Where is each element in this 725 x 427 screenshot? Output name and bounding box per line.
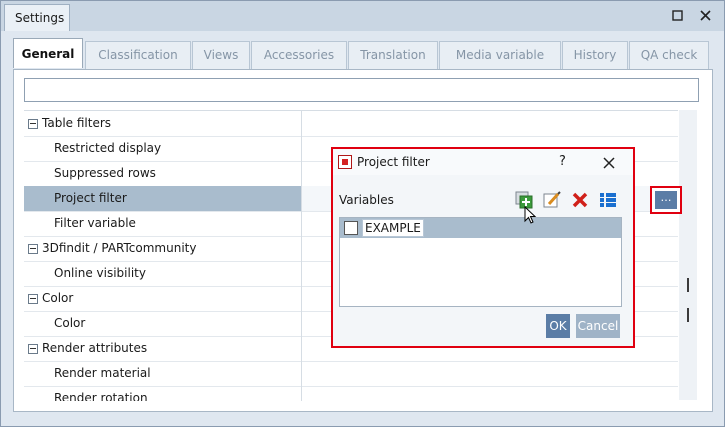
row-label: Project filter [54, 191, 127, 205]
filter-app-icon [338, 155, 352, 169]
scrollbar-grip[interactable] [687, 278, 689, 292]
close-icon [603, 157, 615, 169]
row-label: Color [54, 316, 86, 330]
maximize-button[interactable] [669, 7, 687, 25]
row-label-cell: Render attributes [24, 336, 302, 361]
table-row[interactable]: Render material [24, 361, 678, 387]
table-row[interactable]: Render rotation [24, 386, 678, 401]
tab-translation[interactable]: Translation [348, 41, 438, 69]
list-view-icon[interactable] [599, 191, 617, 209]
dialog-title: Project filter [357, 155, 430, 169]
cancel-button[interactable]: Cancel [576, 314, 620, 338]
variables-label: Variables [339, 193, 394, 207]
search-input[interactable] [24, 78, 699, 102]
row-label-cell: Online visibility [24, 261, 302, 286]
row-label: 3Dfindit / PARTcommunity [42, 241, 197, 255]
close-dialog-button[interactable] [601, 151, 617, 175]
row-label: Render rotation [54, 391, 148, 401]
variable-name: EXAMPLE [362, 219, 424, 237]
row-label: Filter variable [54, 216, 136, 230]
tab-general[interactable]: General [13, 38, 83, 68]
row-label-cell: Color [24, 311, 302, 336]
row-label-cell: Color [24, 286, 302, 311]
row-label: Render attributes [42, 341, 148, 355]
window-title-tab[interactable]: Settings [4, 4, 70, 31]
row-label-cell: Filter variable [24, 211, 302, 236]
settings-window: Settings General Classification Views Ac… [0, 0, 725, 427]
browse-button[interactable]: … [650, 186, 682, 214]
tab-accessories[interactable]: Accessories [251, 41, 347, 69]
dialog-header: Project filter ? [333, 149, 633, 175]
mouse-cursor-icon [524, 206, 537, 224]
row-label-cell: Restricted display [24, 136, 302, 161]
row-label-cell: Table filters [24, 111, 302, 136]
row-label: Render material [54, 366, 151, 380]
row-label: Table filters [42, 116, 112, 130]
ellipsis-icon: … [655, 191, 677, 209]
close-icon [700, 10, 711, 21]
tab-media-variable[interactable]: Media variable [439, 41, 561, 69]
project-filter-dialog: Project filter ? Variables EXAMPLE OK Ca… [331, 147, 635, 348]
collapse-icon[interactable] [28, 294, 38, 304]
variables-list[interactable]: EXAMPLE [339, 217, 622, 307]
collapse-icon[interactable] [28, 244, 38, 254]
row-label-cell: Suppressed rows [24, 161, 302, 186]
group-row-table-filters[interactable]: Table filters [24, 111, 678, 137]
window-title: Settings [15, 11, 65, 25]
ok-button[interactable]: OK [546, 314, 570, 338]
scrollbar-grip[interactable] [687, 308, 689, 322]
row-label: Online visibility [54, 266, 146, 280]
row-value-cell[interactable] [302, 111, 678, 136]
row-value-cell[interactable] [302, 386, 678, 401]
tab-classification[interactable]: Classification [85, 41, 191, 69]
list-item[interactable]: EXAMPLE [340, 218, 621, 238]
vertical-scrollbar[interactable] [679, 110, 697, 400]
variable-checkbox[interactable] [344, 221, 358, 235]
tab-views[interactable]: Views [192, 41, 250, 69]
help-button[interactable]: ? [559, 154, 566, 169]
collapse-icon[interactable] [28, 344, 38, 354]
edit-variable-icon[interactable] [543, 191, 561, 209]
row-label: Restricted display [54, 141, 162, 155]
delete-variable-icon[interactable] [571, 191, 589, 209]
collapse-icon[interactable] [28, 119, 38, 129]
row-label-cell: Project filter [24, 186, 302, 211]
tab-qa-check[interactable]: QA check [629, 41, 709, 69]
maximize-icon [672, 10, 683, 21]
row-label: Suppressed rows [54, 166, 156, 180]
row-label: Color [42, 291, 74, 305]
row-label-cell: Render rotation [24, 386, 302, 401]
row-label-cell: 3Dfindit / PARTcommunity [24, 236, 302, 261]
row-value-cell[interactable] [302, 361, 678, 386]
row-label-cell: Render material [24, 361, 302, 386]
tab-history[interactable]: History [562, 41, 628, 69]
title-bar: Settings [1, 1, 724, 31]
close-window-button[interactable] [697, 7, 715, 25]
